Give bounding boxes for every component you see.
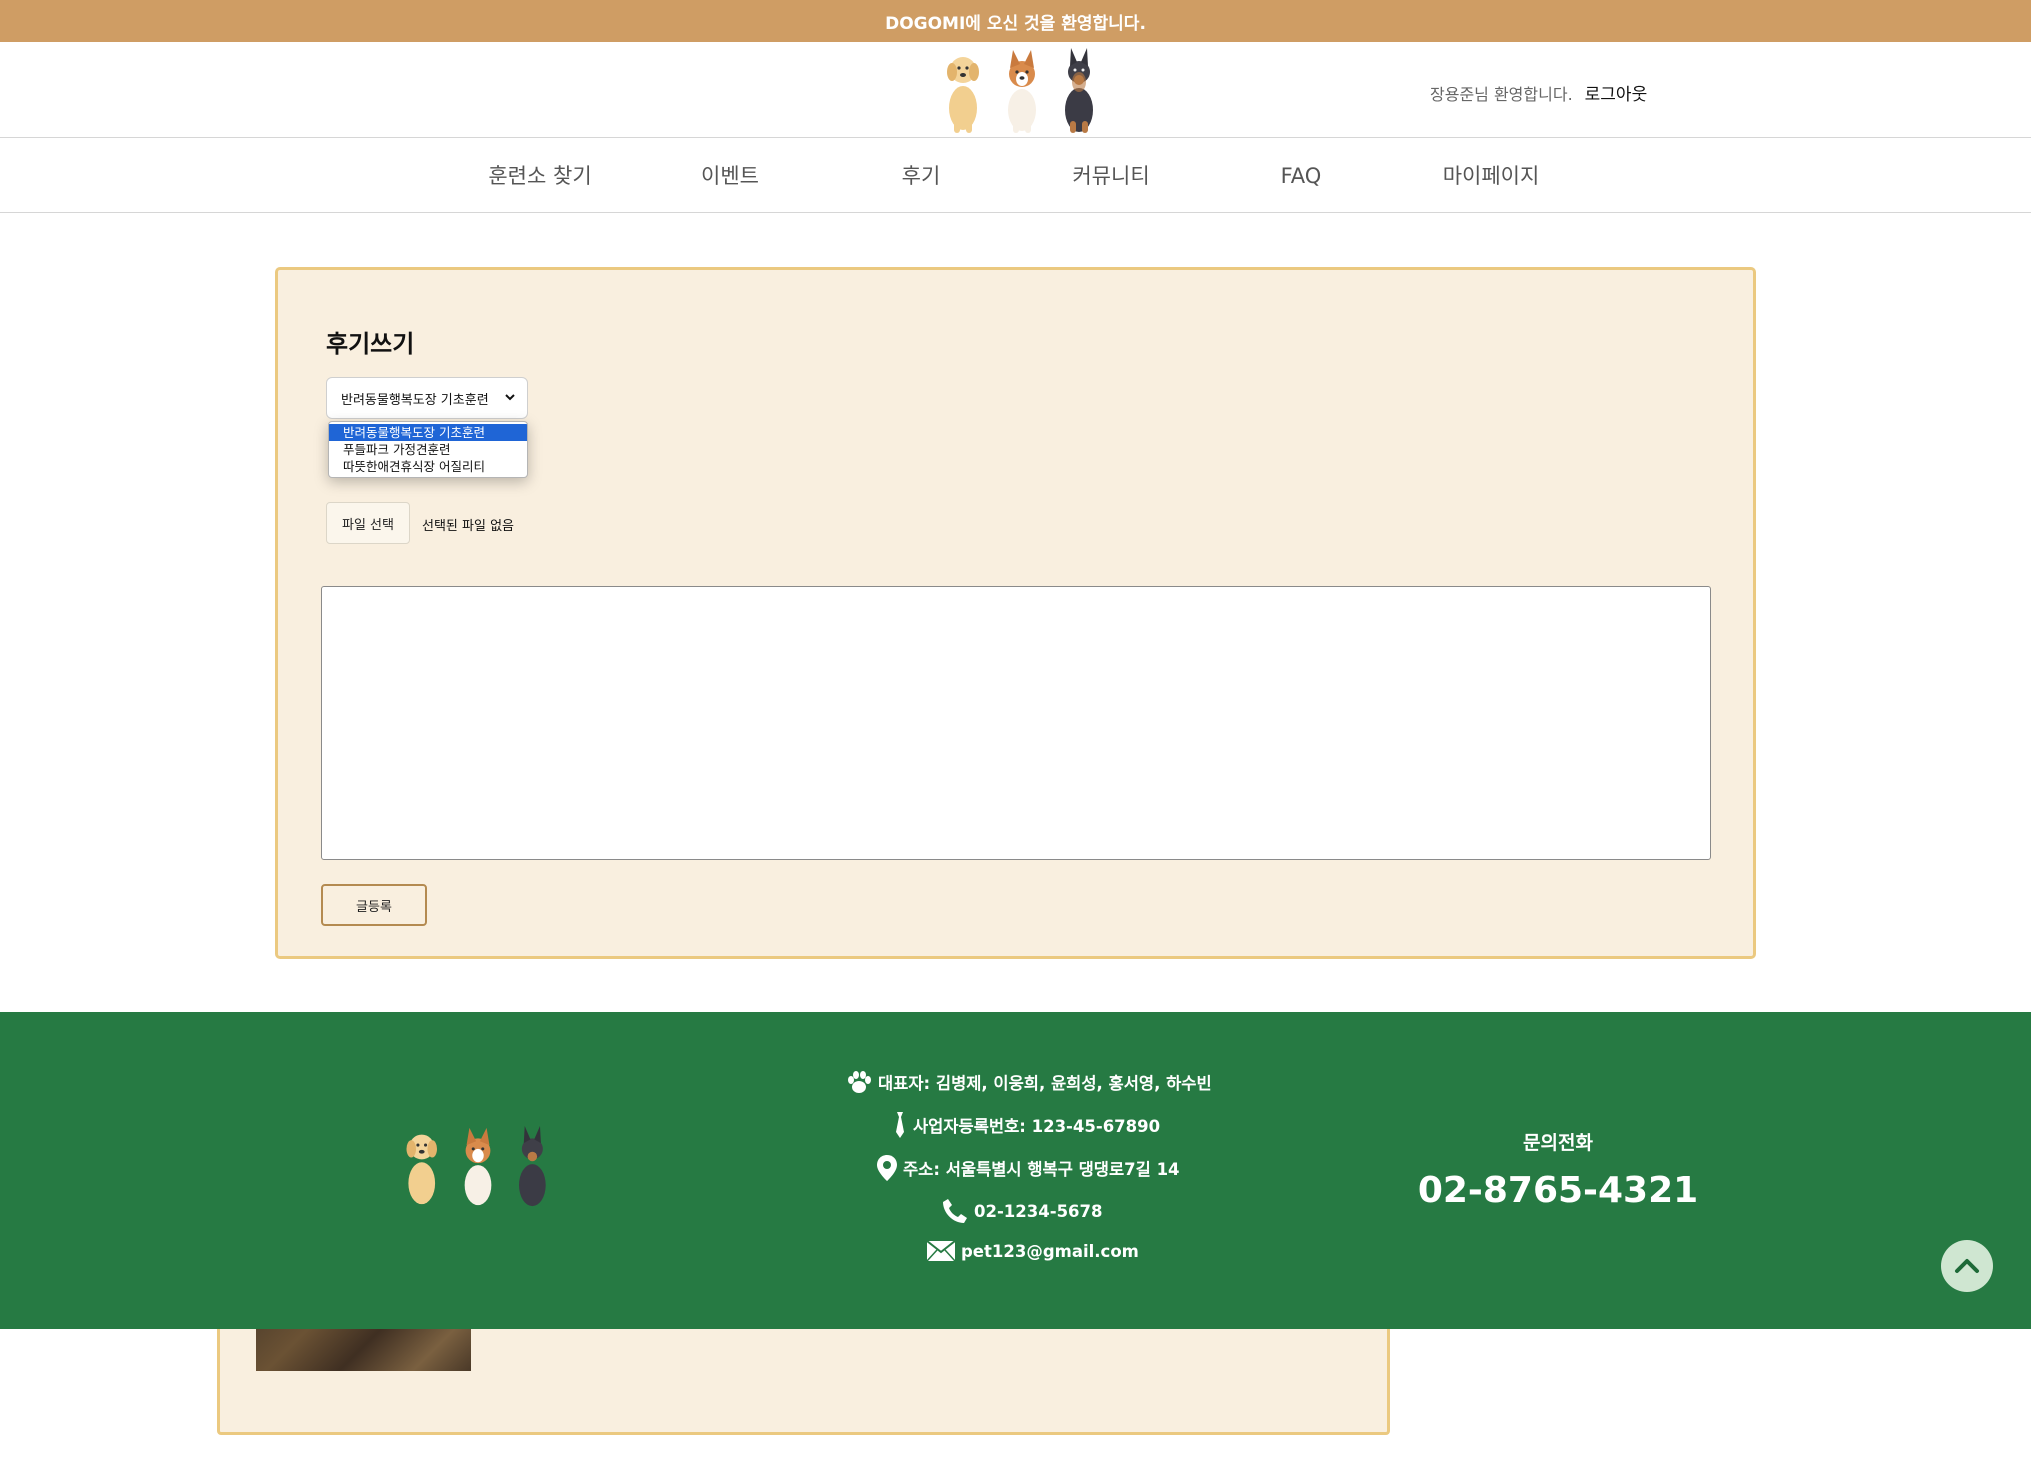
nav-item-community[interactable]: 커뮤니티	[1021, 139, 1201, 213]
footer-business-number-text: 사업자등록번호: 123-45-67890	[913, 1117, 1161, 1136]
footer-phone: 02-1234-5678	[942, 1198, 1103, 1224]
main-nav: 훈련소 찾기 이벤트 후기 커뮤니티 FAQ 마이페이지	[0, 139, 2031, 213]
user-welcome-text: 장용준님 환영합니다.	[1430, 84, 1573, 104]
footer-email: pet123@gmail.com	[927, 1241, 1139, 1261]
submit-review-button[interactable]: 글등록	[321, 884, 427, 926]
nav-item-events[interactable]: 이벤트	[640, 139, 820, 213]
dropdown-option[interactable]: 반려동물행복도장 기초훈련	[329, 424, 527, 441]
logout-link[interactable]: 로그아웃	[1585, 80, 1648, 105]
scroll-to-top-button[interactable]	[1941, 1240, 1993, 1292]
tie-icon	[896, 1112, 904, 1138]
footer-business-number: 사업자등록번호: 123-45-67890	[893, 1112, 1160, 1138]
location-pin-icon	[877, 1155, 897, 1181]
three-dogs-logo[interactable]	[938, 48, 1106, 134]
training-select-value: 반려동물행복도장 기초훈련	[341, 392, 489, 408]
footer-email-text: pet123@gmail.com	[961, 1241, 1139, 1261]
mail-icon	[927, 1241, 955, 1261]
footer-address: 주소: 서울특별시 행복구 댕댕로7길 14	[877, 1155, 1180, 1181]
paw-icon	[848, 1071, 871, 1093]
user-area: 장용준님 환영합니다. 로그아웃	[1430, 80, 1648, 106]
review-form-title: 후기쓰기	[326, 330, 415, 358]
chevron-down-icon	[505, 394, 515, 401]
review-form: 후기쓰기 반려동물행복도장 기초훈련 반려동물행복도장 기초훈련 푸들파크 가정…	[275, 267, 1756, 959]
phone-icon	[943, 1199, 967, 1223]
file-status-text: 선택된 파일 없음	[422, 519, 514, 534]
contact-phone-number: 02-8765-4321	[1417, 1170, 1699, 1211]
welcome-banner-text: DOGOMI에 오신 것을 환영합니다.	[885, 13, 1146, 34]
training-select[interactable]: 반려동물행복도장 기초훈련	[326, 377, 528, 419]
footer-phone-text: 02-1234-5678	[974, 1201, 1103, 1221]
footer-address-text: 주소: 서울특별시 행복구 댕댕로7길 14	[903, 1160, 1180, 1179]
footer-representatives-text: 대표자: 김병제, 이웅희, 윤희성, 홍서영, 하수빈	[878, 1074, 1212, 1093]
footer-representatives: 대표자: 김병제, 이웅희, 윤희성, 홍서영, 하수빈	[846, 1070, 1212, 1094]
site-footer: 대표자: 김병제, 이웅희, 윤희성, 홍서영, 하수빈 사업자등록번호: 12…	[0, 1012, 2031, 1329]
contact-label: 문의전화	[1523, 1132, 1593, 1154]
nav-item-faq[interactable]: FAQ	[1211, 139, 1391, 213]
nav-item-find-training[interactable]: 훈련소 찾기	[450, 139, 630, 213]
review-content-textarea[interactable]	[321, 586, 1711, 860]
training-dropdown: 반려동물행복도장 기초훈련 푸들파크 가정견훈련 따뜻한애견휴식장 어질리티	[328, 421, 528, 478]
chevron-up-icon	[1955, 1259, 1979, 1273]
dropdown-option[interactable]: 푸들파크 가정견훈련	[329, 441, 527, 458]
welcome-banner: DOGOMI에 오신 것을 환영합니다.	[0, 0, 2031, 42]
nav-item-mypage[interactable]: 마이페이지	[1401, 139, 1581, 213]
site-header: 장용준님 환영합니다. 로그아웃	[0, 42, 2031, 138]
nav-item-reviews[interactable]: 후기	[831, 139, 1011, 213]
footer-logo	[406, 1126, 546, 1207]
dropdown-option[interactable]: 따뜻한애견휴식장 어질리티	[329, 458, 527, 475]
file-select-button[interactable]: 파일 선택	[326, 502, 410, 544]
